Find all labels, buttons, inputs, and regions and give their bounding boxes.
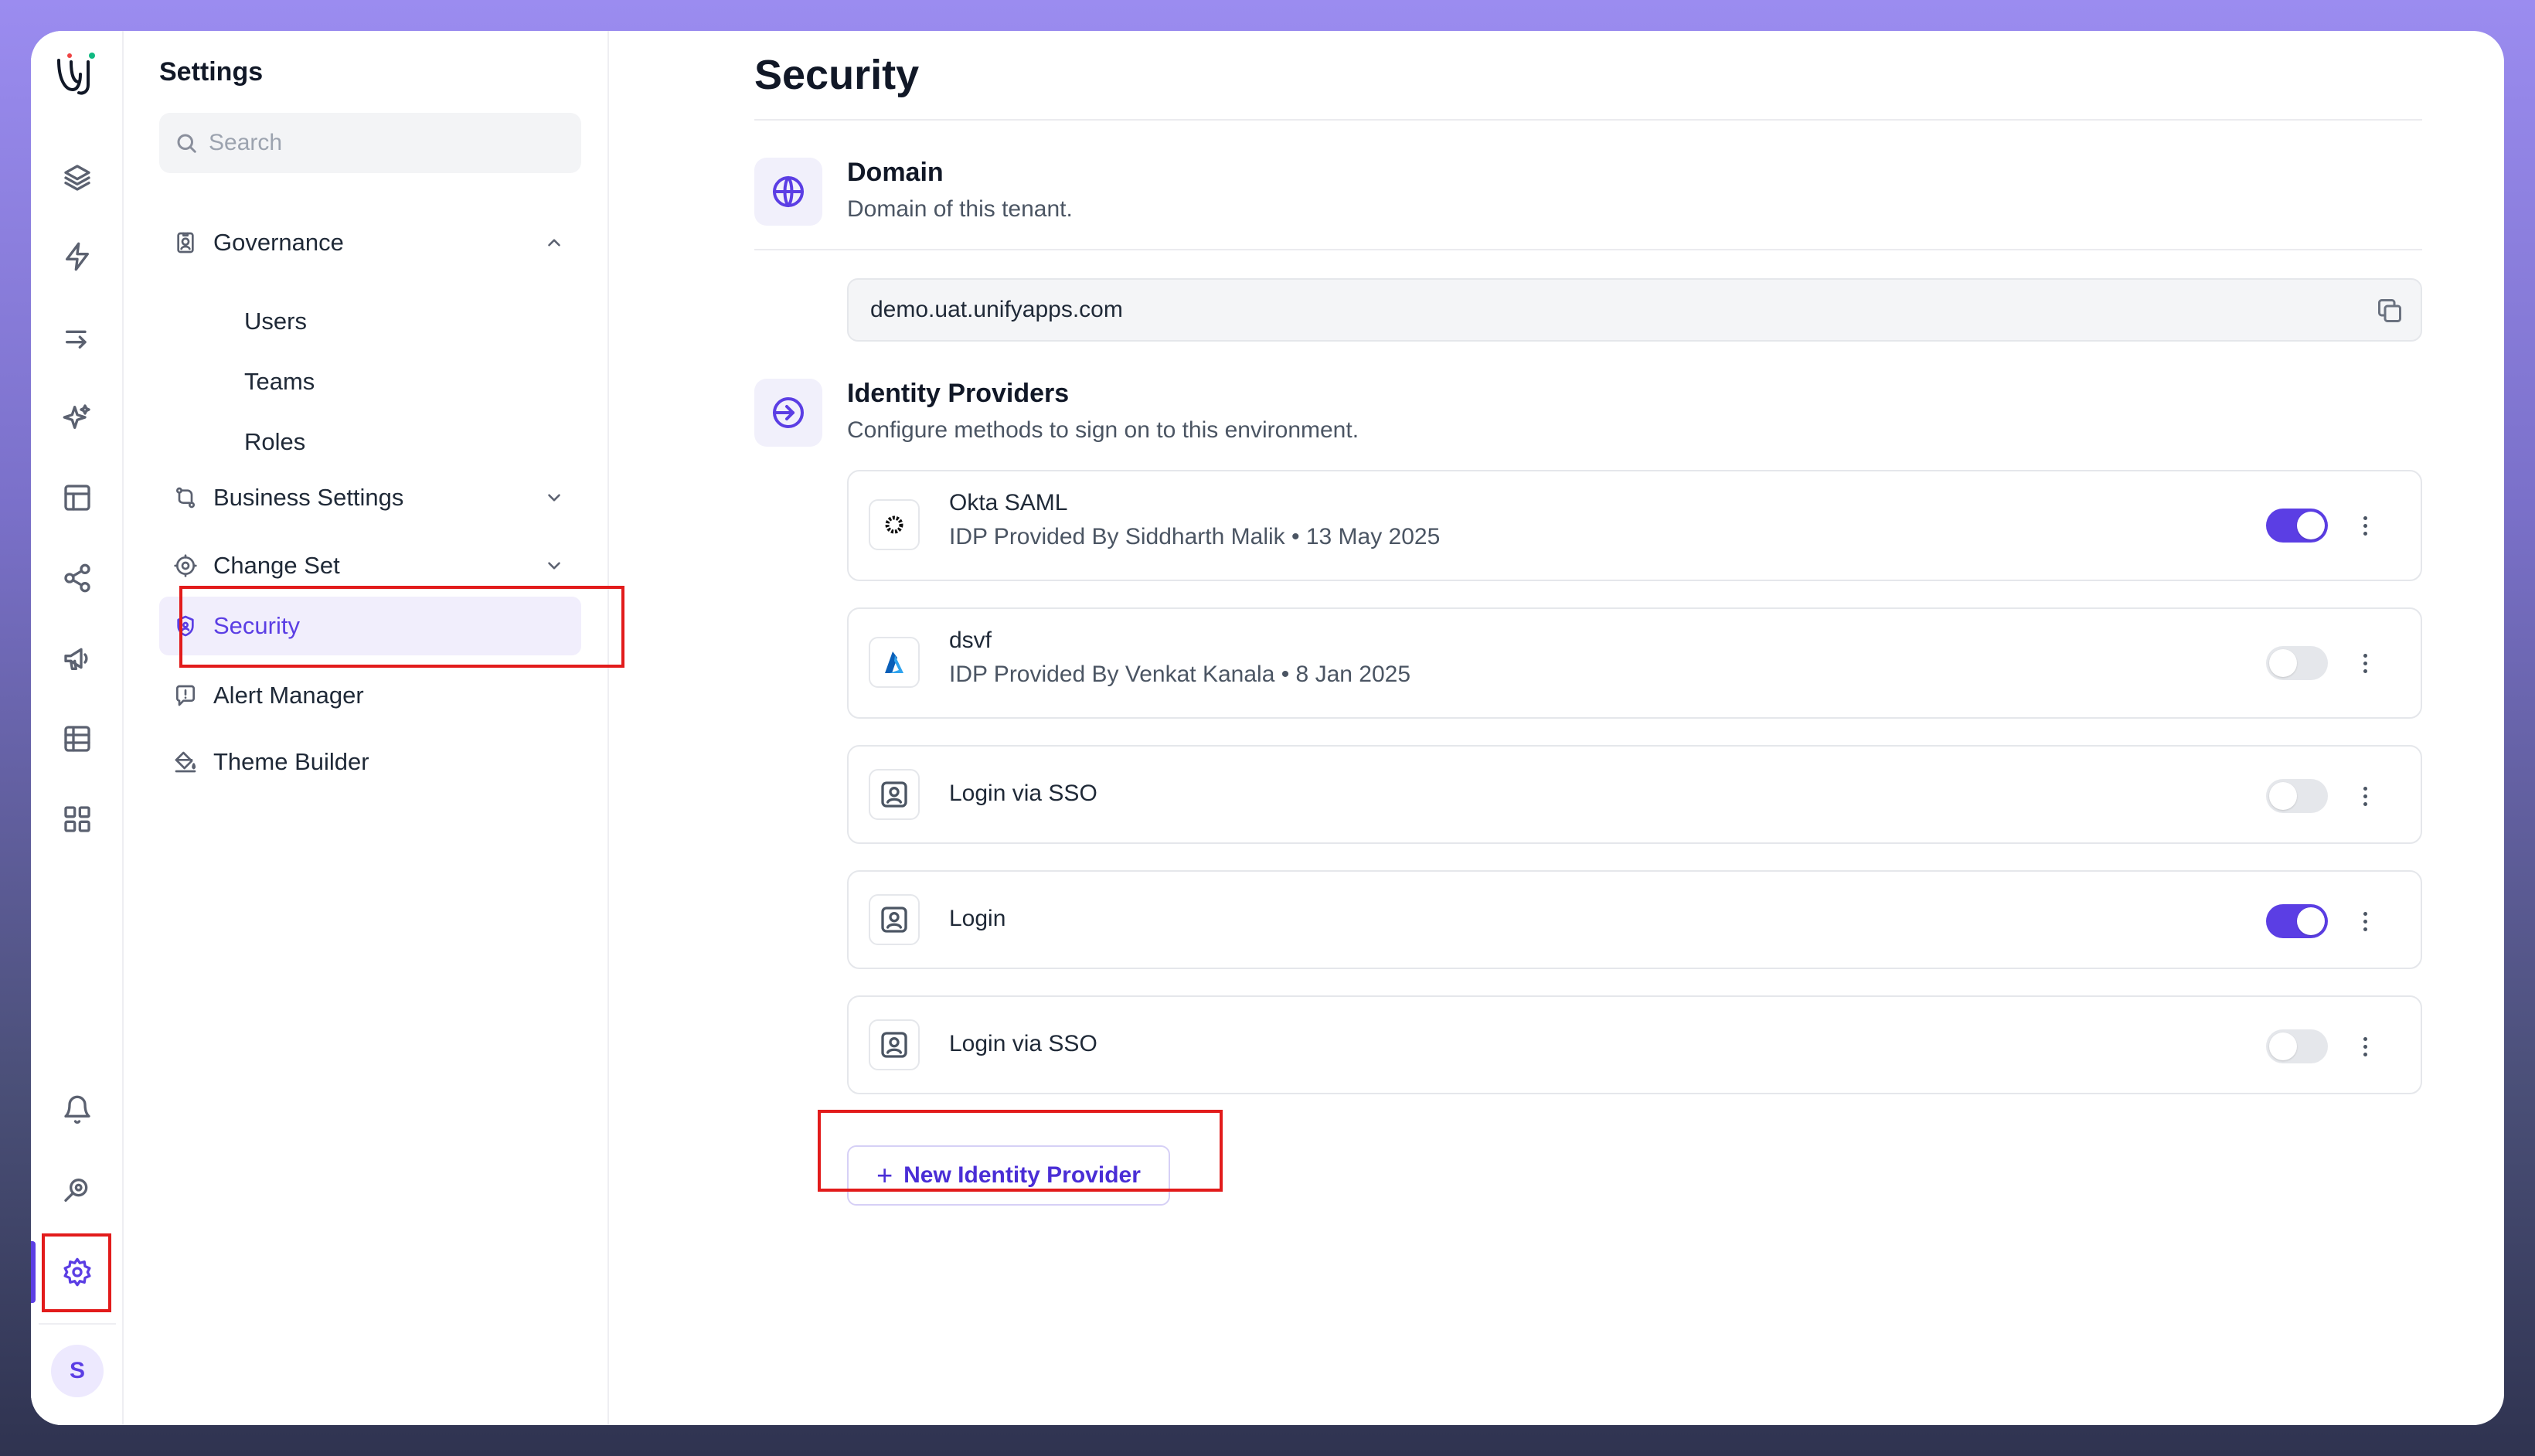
badge-icon <box>177 232 194 253</box>
user-id-icon <box>869 894 920 945</box>
lightning-icon[interactable] <box>54 233 100 280</box>
sidebar-item-label: Change Set <box>213 552 340 579</box>
provider-name: Login <box>949 906 1006 931</box>
provider-name: Login via SSO <box>949 781 1097 806</box>
more-options-icon[interactable] <box>2357 779 2373 813</box>
app-window: S Settings Search Governance Users Teams… <box>31 31 2504 1425</box>
target-icon <box>174 554 197 577</box>
bell-icon[interactable] <box>54 1087 100 1133</box>
rail-active-indicator <box>31 1241 36 1303</box>
provider-toggle[interactable] <box>2266 1029 2328 1063</box>
new-provider-highlight-box <box>818 1110 1223 1192</box>
provider-toggle[interactable] <box>2266 646 2328 680</box>
more-options-icon[interactable] <box>2357 904 2373 938</box>
domain-title: Domain <box>847 158 944 187</box>
chevron-down-icon[interactable] <box>544 488 564 508</box>
divider <box>754 119 2422 121</box>
more-options-icon[interactable] <box>2357 509 2373 543</box>
chevron-up-icon[interactable] <box>544 233 564 253</box>
sidebar-item-label: Alert Manager <box>213 682 364 709</box>
sidebar-item-label: Governance <box>213 229 344 256</box>
table-icon[interactable] <box>54 716 100 762</box>
sidebar-item-users[interactable]: Users <box>244 308 307 335</box>
search-placeholder: Search <box>209 130 283 155</box>
search-input[interactable]: Search <box>159 113 581 173</box>
layout-icon[interactable] <box>54 475 100 521</box>
search-icon <box>177 134 196 153</box>
grid-icon[interactable] <box>54 796 100 842</box>
chevron-down-icon[interactable] <box>544 556 564 576</box>
divider <box>754 249 2422 250</box>
settings-highlight-box <box>42 1233 111 1312</box>
sidebar-item-business-settings[interactable]: Business Settings <box>159 468 581 527</box>
provider-toggle[interactable] <box>2266 779 2328 813</box>
arrow-right-icon[interactable] <box>54 314 100 360</box>
provider-name: dsvf <box>949 628 992 653</box>
sidebar-item-label: Business Settings <box>213 484 404 511</box>
provider-card[interactable]: dsvf IDP Provided By Venkat Kanala • 8 J… <box>847 607 2422 719</box>
domain-description: Domain of this tenant. <box>847 196 1073 222</box>
provider-meta: IDP Provided By Venkat Kanala • 8 Jan 20… <box>949 662 1411 687</box>
avatar[interactable]: S <box>51 1345 104 1397</box>
provider-card[interactable]: Login via SSO <box>847 745 2422 844</box>
more-options-icon[interactable] <box>2357 646 2373 680</box>
alert-icon <box>176 685 195 706</box>
search-gear-icon[interactable] <box>54 1167 100 1213</box>
rail-divider <box>39 1323 116 1325</box>
sidebar-item-theme-builder[interactable]: Theme Builder <box>159 733 581 791</box>
settings-sidebar: Settings Search Governance Users Teams R… <box>124 31 624 1425</box>
layers-icon[interactable] <box>54 155 100 201</box>
provider-card[interactable]: Login via SSO <box>847 995 2422 1094</box>
domain-field[interactable]: demo.uat.unifyapps.com <box>847 278 2422 342</box>
provider-name: Login via SSO <box>949 1031 1097 1056</box>
provider-toggle[interactable] <box>2266 509 2328 543</box>
user-id-icon <box>869 769 920 820</box>
sidebar-item-teams[interactable]: Teams <box>244 368 315 396</box>
more-options-icon[interactable] <box>2357 1029 2373 1063</box>
provider-name: Okta SAML <box>949 490 1068 515</box>
paint-bucket-icon <box>175 751 196 773</box>
sign-in-icon <box>754 379 822 447</box>
megaphone-icon[interactable] <box>54 635 100 682</box>
icon-rail: S <box>31 31 124 1425</box>
provider-toggle[interactable] <box>2266 904 2328 938</box>
sidebar-item-label: Theme Builder <box>213 748 369 775</box>
provider-card[interactable]: Okta SAML IDP Provided By Siddharth Mali… <box>847 470 2422 581</box>
app-logo[interactable] <box>48 45 107 104</box>
sidebar-title: Settings <box>159 57 264 87</box>
security-highlight-box <box>179 586 624 668</box>
sidebar-item-alert-manager[interactable]: Alert Manager <box>159 666 581 725</box>
provider-meta: IDP Provided By Siddharth Malik • 13 May… <box>949 524 1441 549</box>
sparkles-icon[interactable] <box>54 394 100 441</box>
okta-icon <box>869 499 920 550</box>
main-content: Security Domain Domain of this tenant. d… <box>609 31 2504 1425</box>
flow-icon <box>176 487 195 509</box>
azure-icon <box>869 637 920 688</box>
sidebar-item-roles[interactable]: Roles <box>244 428 305 456</box>
user-id-icon <box>869 1019 920 1070</box>
identity-providers-description: Configure methods to sign on to this env… <box>847 417 1359 443</box>
identity-providers-title: Identity Providers <box>847 379 1070 408</box>
domain-value: demo.uat.unifyapps.com <box>870 297 1123 322</box>
sidebar-item-governance[interactable]: Governance <box>159 213 581 272</box>
share-icon[interactable] <box>54 555 100 601</box>
globe-icon <box>754 158 822 226</box>
provider-card[interactable]: Login <box>847 870 2422 969</box>
page-title: Security <box>754 52 920 98</box>
copy-icon[interactable] <box>2376 297 2404 325</box>
